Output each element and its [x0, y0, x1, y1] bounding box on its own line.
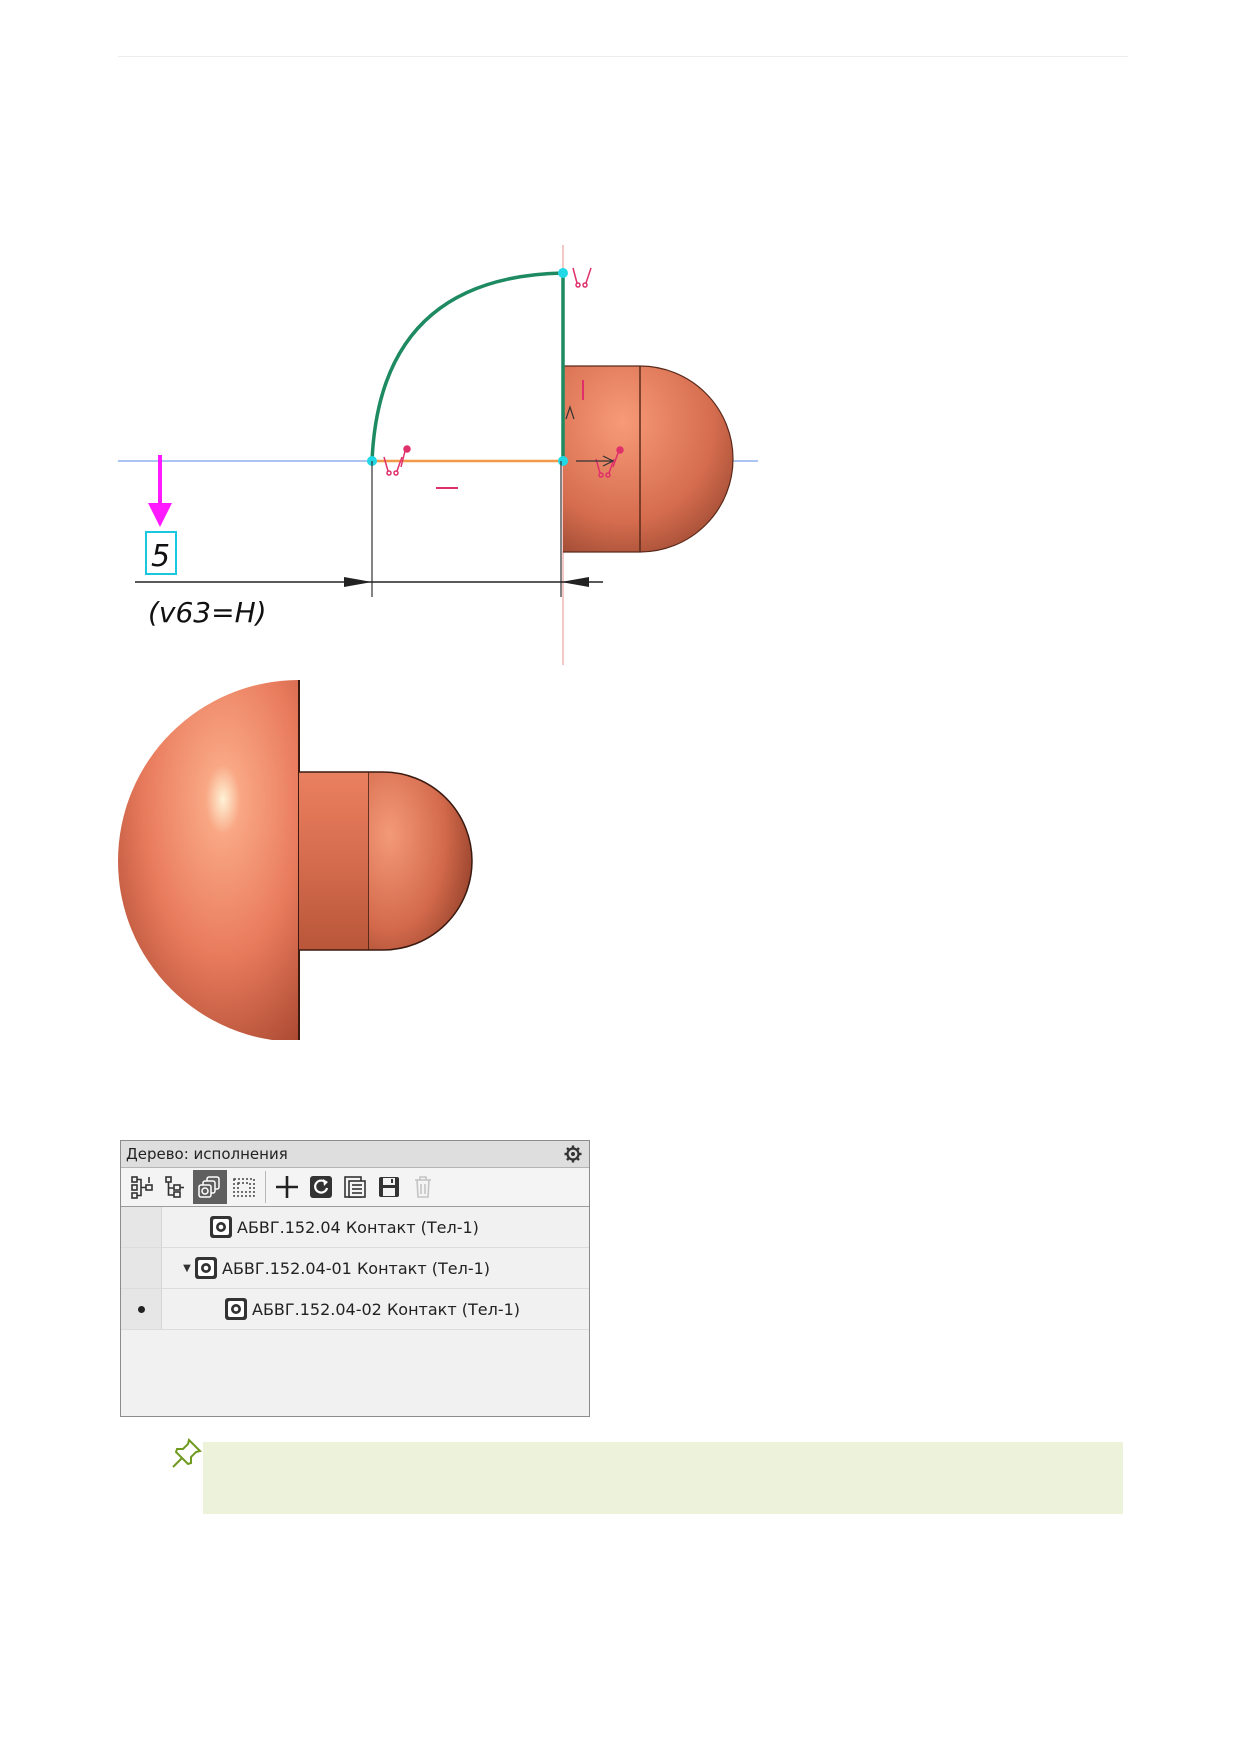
- part-tip: [369, 771, 473, 951]
- variant-node-icon: [194, 1256, 218, 1280]
- variant-node-icon: [209, 1215, 233, 1239]
- properties-icon[interactable]: [338, 1170, 372, 1204]
- dimension-arrowhead-left: [344, 577, 372, 587]
- delete-icon[interactable]: [406, 1170, 440, 1204]
- tree-row[interactable]: АБВГ.152.04-02 Контакт (Тел-1): [121, 1289, 589, 1330]
- pushpin-icon: [172, 1438, 202, 1468]
- panel-title: Дерево: исполнения: [126, 1145, 288, 1163]
- tree-row[interactable]: АБВГ.152.04 Контакт (Тел-1): [121, 1207, 589, 1248]
- origin-point[interactable]: [558, 456, 568, 466]
- part-dome: [118, 680, 300, 1040]
- tree-row-label: АБВГ.152.04-02 Контакт (Тел-1): [252, 1299, 521, 1319]
- add-icon[interactable]: [270, 1170, 304, 1204]
- row-marker-cell[interactable]: [121, 1248, 162, 1288]
- tree-row-label: АБВГ.152.04 Контакт (Тел-1): [237, 1217, 479, 1237]
- dimension-expression: (v63=H): [148, 596, 267, 629]
- tree-structure-icon[interactable]: [125, 1170, 159, 1204]
- row-marker-cell[interactable]: [121, 1207, 162, 1247]
- tree-row[interactable]: ▼ АБВГ.152.04-01 Контакт (Тел-1): [121, 1248, 589, 1289]
- panel-header: Дерево: исполнения: [121, 1141, 589, 1168]
- refresh-icon[interactable]: [304, 1170, 338, 1204]
- coincident-constraint-icon: [572, 267, 592, 288]
- variants-tree-panel: Дерево: исполнения АБВГ.152.04 Контакт (…: [120, 1140, 590, 1417]
- sketch-view[interactable]: 5 (v63=H): [118, 245, 758, 665]
- dimension-arrowhead-right: [561, 577, 589, 587]
- sketch-part-body: [563, 365, 734, 553]
- part-shank: [299, 771, 370, 951]
- tree-branch-icon[interactable]: [159, 1170, 193, 1204]
- select-frame-icon[interactable]: [227, 1170, 261, 1204]
- arc-end-point[interactable]: [558, 268, 568, 278]
- chevron-down-icon[interactable]: ▼: [180, 1263, 194, 1274]
- sketch-arc[interactable]: [370, 271, 564, 462]
- parameter-arrow-icon: [148, 455, 172, 527]
- tree-row-label: АБВГ.152.04-01 Контакт (Тел-1): [222, 1258, 491, 1278]
- dimension-value[interactable]: 5: [151, 539, 170, 574]
- page-top-rule: [118, 56, 1128, 57]
- gear-icon[interactable]: [563, 1144, 583, 1164]
- note-box: [203, 1442, 1123, 1514]
- tree-toolbar: [121, 1168, 589, 1207]
- current-variant-dot-icon: [137, 1305, 145, 1313]
- variant-node-icon: [224, 1297, 248, 1321]
- variants-icon[interactable]: [193, 1170, 227, 1204]
- row-marker-cell[interactable]: [121, 1289, 162, 1329]
- toolbar-separator: [265, 1171, 266, 1203]
- part-3d-view[interactable]: [118, 680, 478, 1040]
- save-icon[interactable]: [372, 1170, 406, 1204]
- variants-tree-list: АБВГ.152.04 Контакт (Тел-1) ▼ АБВГ.152.0…: [121, 1207, 589, 1330]
